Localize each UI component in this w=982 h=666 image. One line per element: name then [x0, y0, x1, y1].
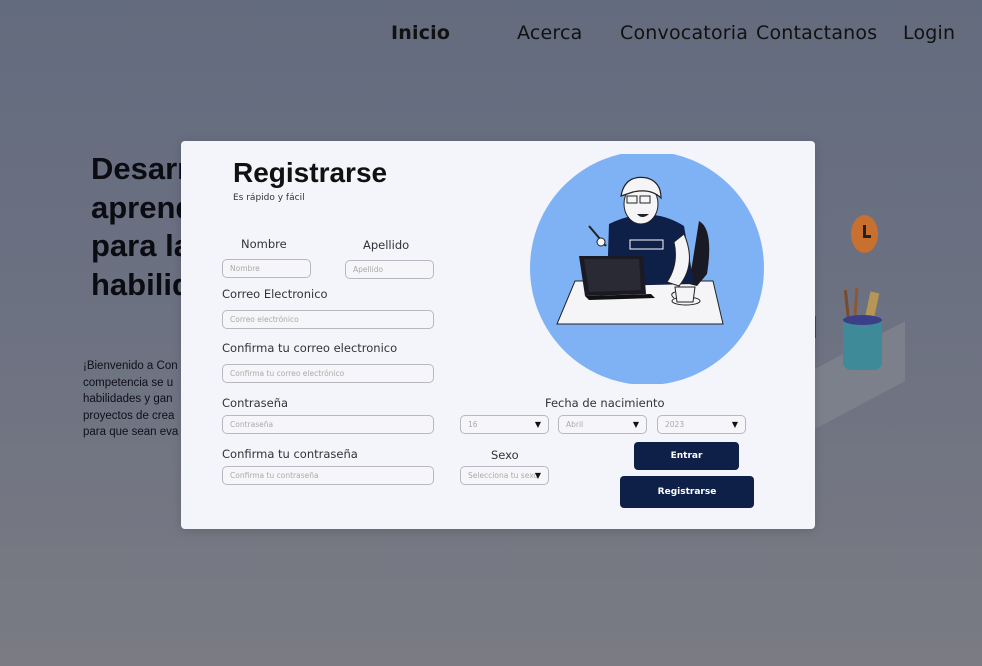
- sex-select[interactable]: Selecciona tu sexo ▼: [460, 466, 549, 485]
- birth-month-select[interactable]: Abril ▼: [558, 415, 647, 434]
- last-name-label: Apellido: [363, 238, 410, 252]
- birth-year-select[interactable]: 2023 ▼: [657, 415, 746, 434]
- birth-day-select[interactable]: 16 ▼: [460, 415, 549, 434]
- password-label: Contraseña: [222, 396, 289, 410]
- hero-text-line: para que sean eva: [83, 426, 179, 439]
- sex-label: Sexo: [491, 448, 519, 462]
- nav-contact-link[interactable]: Contactanos: [756, 22, 877, 44]
- modal-title: Registrarse: [233, 157, 388, 188]
- birth-day-value: 16: [468, 420, 478, 429]
- nav-home-link[interactable]: Inicio: [391, 22, 450, 44]
- hero-text-line: proyectos de crea: [83, 409, 175, 422]
- hero-text-line: habilidades y gan: [83, 393, 173, 406]
- password-input[interactable]: [222, 415, 434, 434]
- register-button[interactable]: Registrarse: [620, 476, 754, 508]
- register-modal: Registrarse Es rápido y fácil Nombre Ape…: [181, 141, 815, 529]
- last-name-input[interactable]: [345, 260, 434, 279]
- sex-placeholder: Selecciona tu sexo: [468, 471, 538, 480]
- email-confirm-input[interactable]: [222, 364, 434, 383]
- enter-button[interactable]: Entrar: [634, 442, 739, 470]
- nav-login-link[interactable]: Login: [903, 22, 955, 44]
- email-label: Correo Electronico: [222, 287, 328, 301]
- birth-year-value: 2023: [665, 420, 685, 429]
- email-confirm-label: Confirma tu correo electronico: [222, 341, 398, 355]
- caret-down-icon: ▼: [534, 420, 541, 429]
- hero-description: ¡Bienvenido a Con competencia se u habil…: [83, 358, 193, 441]
- modal-subtitle: Es rápido y fácil: [233, 193, 305, 203]
- pencil-cup-decoration: [843, 318, 882, 370]
- nav-about-link[interactable]: Acerca: [517, 22, 582, 44]
- clock-icon: [851, 215, 878, 253]
- password-confirm-input[interactable]: [222, 466, 434, 485]
- birth-month-value: Abril: [566, 420, 584, 429]
- first-name-input[interactable]: [222, 259, 311, 278]
- pencil-cup-rim: [843, 315, 882, 325]
- illustration-person-laptop: [530, 154, 764, 384]
- first-name-label: Nombre: [241, 237, 287, 251]
- caret-down-icon: ▼: [534, 471, 541, 480]
- caret-down-icon: ▼: [632, 420, 639, 429]
- birthdate-label: Fecha de nacimiento: [545, 396, 665, 410]
- caret-down-icon: ▼: [731, 420, 738, 429]
- hero-text-line: competencia se u: [83, 376, 174, 389]
- email-input[interactable]: [222, 310, 434, 329]
- password-confirm-label: Confirma tu contraseña: [222, 447, 358, 461]
- nav-calls-link[interactable]: Convocatoria: [620, 22, 748, 44]
- hero-text-line: ¡Bienvenido a Con: [83, 360, 178, 372]
